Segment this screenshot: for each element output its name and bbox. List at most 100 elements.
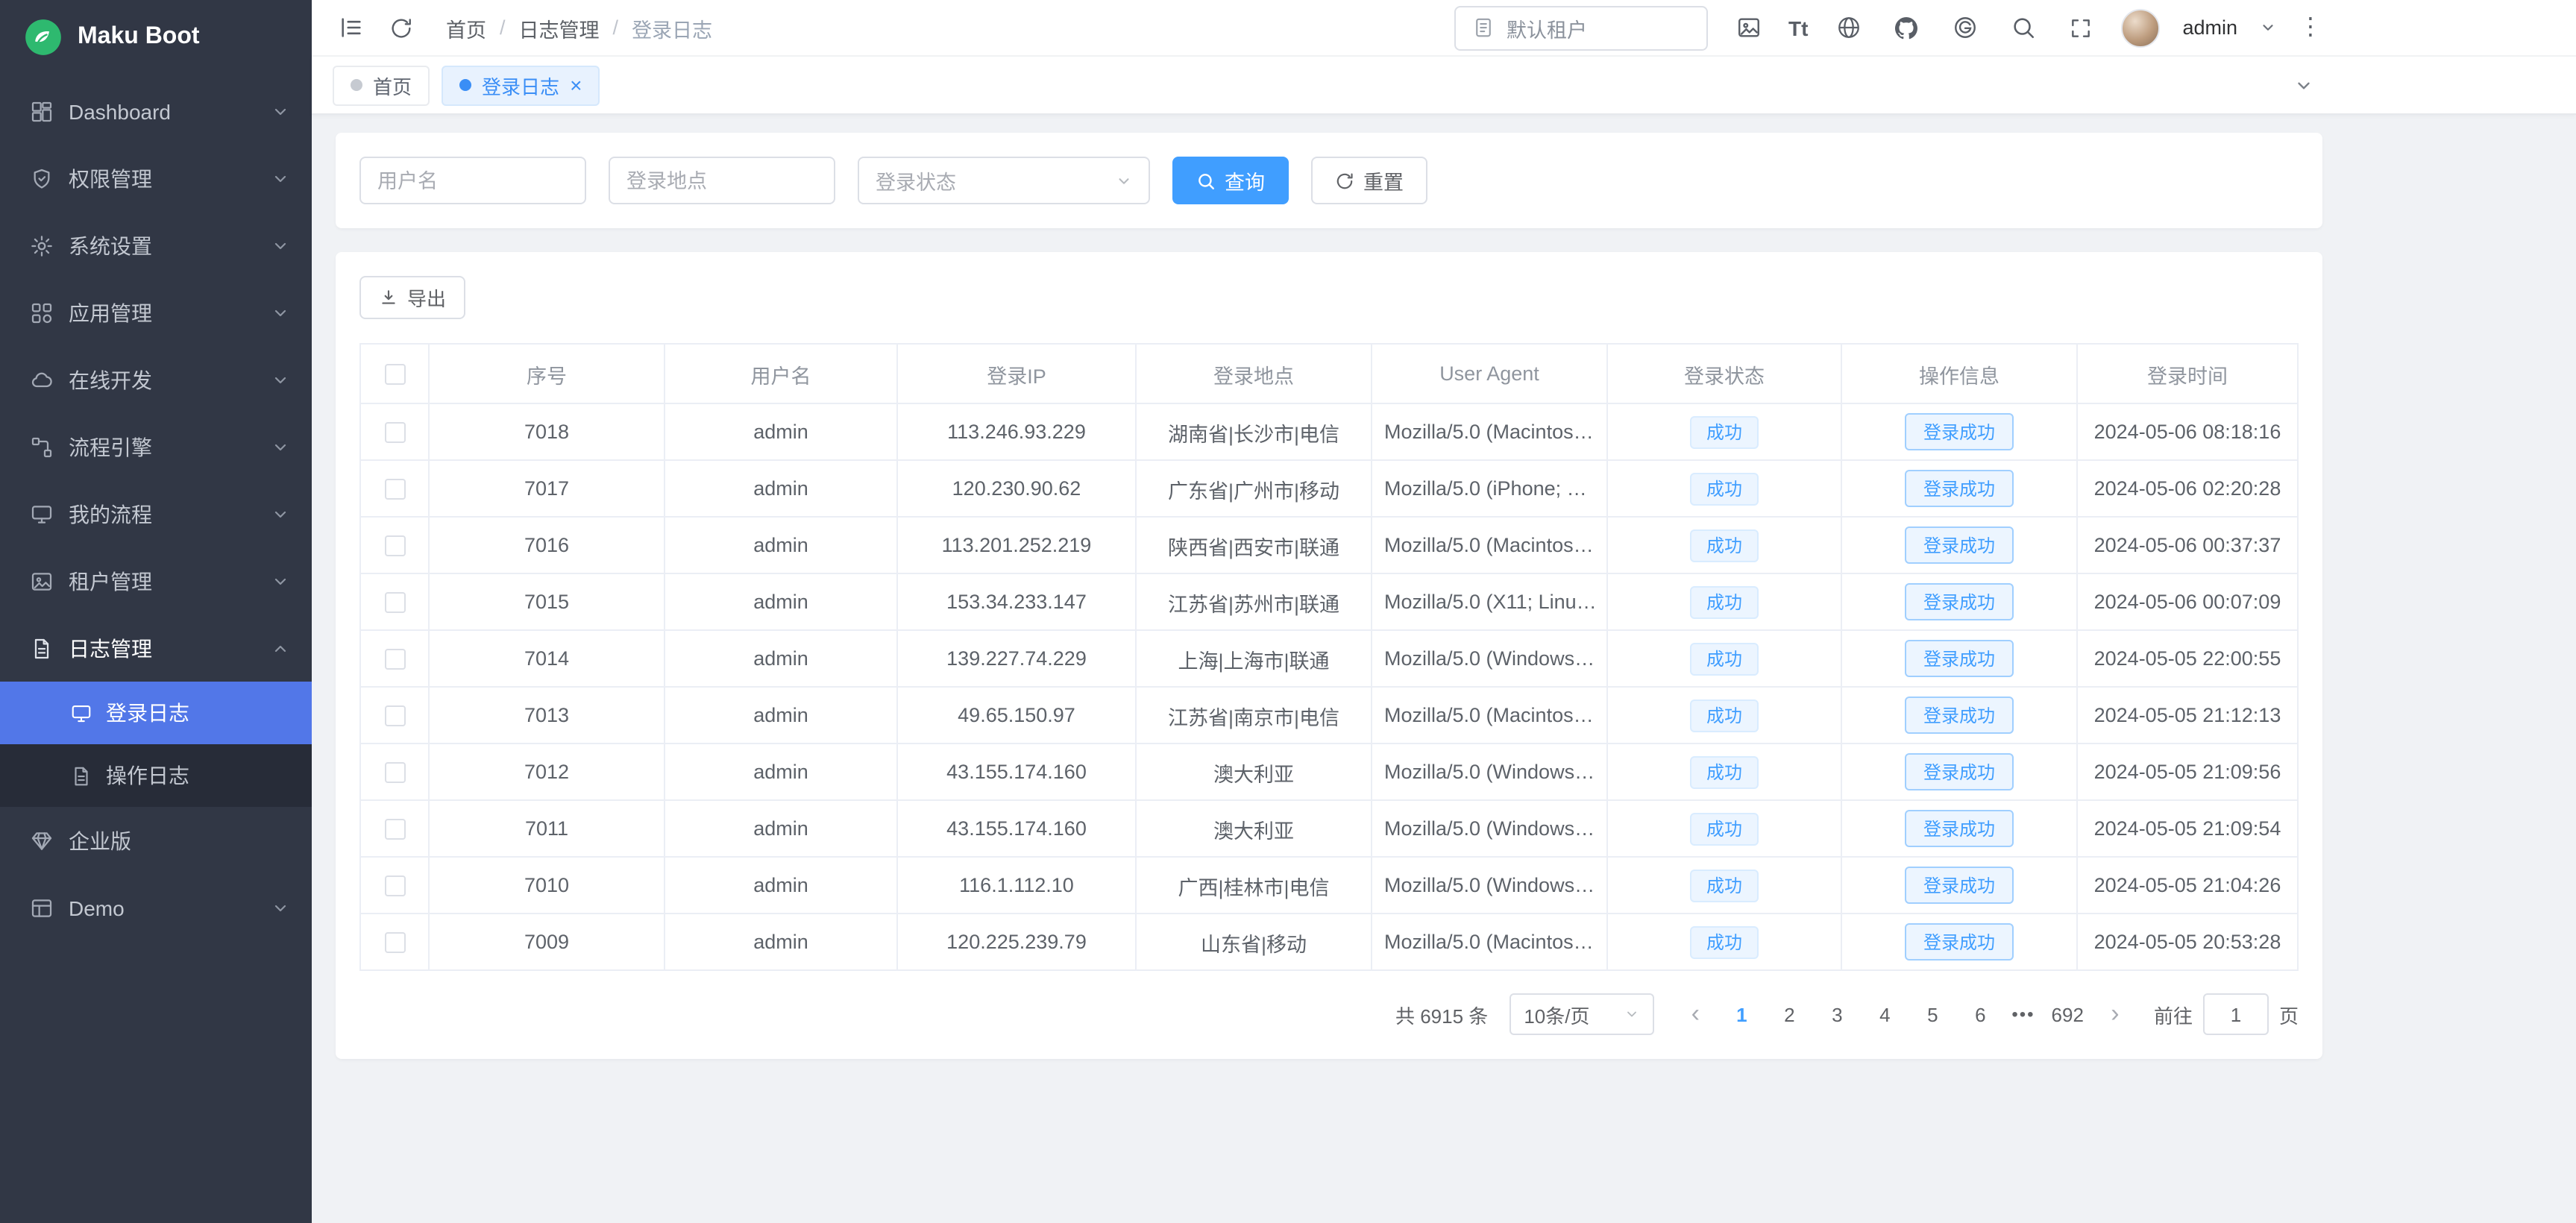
cell-operation: 登录成功	[1841, 403, 2077, 460]
page-size-select[interactable]: 10条/页	[1509, 993, 1653, 1035]
reset-button[interactable]: 重置	[1311, 157, 1427, 204]
sidebar-item-login-log[interactable]: 登录日志	[0, 682, 312, 744]
row-checkbox[interactable]	[384, 535, 405, 556]
breadcrumb-item-home[interactable]: 首页	[446, 13, 486, 43]
operation-info-button[interactable]: 登录成功	[1906, 470, 2013, 507]
chevron-down-icon	[271, 505, 289, 523]
breadcrumb-item-log-management[interactable]: 日志管理	[519, 13, 600, 43]
tab-home[interactable]: 首页	[333, 65, 430, 105]
row-checkbox[interactable]	[384, 649, 405, 670]
login-location-input[interactable]	[609, 157, 835, 204]
cell-username: admin	[665, 800, 897, 857]
sidebar-item-label: 登录日志	[106, 698, 289, 728]
sidebar-item-demo[interactable]: Demo	[0, 874, 312, 941]
watermark-image-icon[interactable]	[1730, 10, 1766, 45]
sidebar-item-label: 日志管理	[69, 633, 271, 663]
row-checkbox[interactable]	[384, 932, 405, 953]
sidebar-item-enterprise[interactable]: 企业版	[0, 807, 312, 874]
select-all-checkbox[interactable]	[384, 364, 405, 385]
reset-button-label: 重置	[1363, 166, 1404, 195]
cell-id: 7010	[429, 857, 665, 914]
sidebar-item-log-management[interactable]: 日志管理	[0, 614, 312, 682]
language-globe-icon[interactable]	[1830, 10, 1866, 45]
tenant-select[interactable]: 默认租户	[1454, 5, 1708, 50]
operation-info-button[interactable]: 登录成功	[1906, 867, 2013, 904]
cell-status: 成功	[1607, 800, 1841, 857]
row-checkbox[interactable]	[384, 705, 405, 726]
operation-info-button[interactable]: 登录成功	[1906, 810, 2013, 847]
login-status-select[interactable]: 登录状态	[858, 157, 1150, 204]
collapse-sidebar-icon[interactable]	[333, 10, 368, 45]
user-avatar[interactable]	[2121, 8, 2160, 47]
table-row: 7017 admin 120.230.90.62 广东省|广州市|移动 Mozi…	[360, 460, 2298, 517]
cell-ip: 43.155.174.160	[897, 743, 1136, 800]
page-number-6[interactable]: 6	[1961, 993, 1999, 1035]
sidebar-item-permissions[interactable]: 权限管理	[0, 145, 312, 212]
gitee-icon[interactable]	[1947, 10, 1982, 45]
header-checkbox-cell	[360, 344, 429, 403]
operation-info-button[interactable]: 登录成功	[1906, 923, 2013, 961]
sidebar-item-online-dev[interactable]: 在线开发	[0, 346, 312, 413]
cell-ip: 43.155.174.160	[897, 800, 1136, 857]
sidebar-item-dashboard[interactable]: Dashboard	[0, 78, 312, 145]
font-size-icon[interactable]: Tt	[1788, 17, 1808, 38]
refresh-icon[interactable]	[383, 10, 419, 45]
sidebar-item-label: 租户管理	[69, 566, 271, 596]
username-label[interactable]: admin	[2182, 16, 2237, 39]
goto-label: 前往	[2154, 1000, 2193, 1028]
export-button[interactable]: 导出	[359, 276, 465, 319]
operation-info-button[interactable]: 登录成功	[1906, 697, 2013, 734]
cell-location: 广东省|广州市|移动	[1136, 460, 1372, 517]
sidebar-item-system-settings[interactable]: 系统设置	[0, 212, 312, 279]
cell-location: 江苏省|苏州市|联通	[1136, 573, 1372, 630]
row-checkbox[interactable]	[384, 592, 405, 613]
cell-location: 澳大利亚	[1136, 743, 1372, 800]
search-icon[interactable]	[2005, 10, 2041, 45]
more-pages-icon[interactable]: •••	[2008, 1004, 2038, 1025]
row-checkbox[interactable]	[384, 762, 405, 783]
tab-login-log[interactable]: 登录日志 ×	[442, 65, 600, 105]
document-icon	[30, 636, 54, 660]
operation-info-button[interactable]: 登录成功	[1906, 583, 2013, 620]
cell-id: 7018	[429, 403, 665, 460]
page-number-5[interactable]: 5	[1913, 993, 1952, 1035]
page-number-3[interactable]: 3	[1818, 993, 1856, 1035]
github-icon[interactable]	[1888, 10, 1924, 45]
row-checkbox[interactable]	[384, 479, 405, 500]
sidebar-item-workflow-engine[interactable]: 流程引擎	[0, 413, 312, 480]
page-number-1[interactable]: 1	[1722, 993, 1761, 1035]
prev-page-icon[interactable]: ‹	[1677, 993, 1713, 1035]
column-header-operation: 操作信息	[1841, 344, 2077, 403]
breadcrumb-separator: /	[613, 16, 619, 39]
cell-id: 7014	[429, 630, 665, 687]
row-checkbox[interactable]	[384, 819, 405, 840]
page-number-4[interactable]: 4	[1865, 993, 1904, 1035]
row-checkbox[interactable]	[384, 875, 405, 896]
page-number-2[interactable]: 2	[1770, 993, 1809, 1035]
cell-username: admin	[665, 857, 897, 914]
sidebar-item-operation-log[interactable]: 操作日志	[0, 744, 312, 807]
operation-info-button[interactable]: 登录成功	[1906, 640, 2013, 677]
goto-page-input[interactable]	[2203, 993, 2269, 1035]
chevron-down-icon[interactable]	[2260, 19, 2276, 36]
more-vertical-icon[interactable]: ⋮	[2299, 16, 2322, 40]
search-button[interactable]: 查询	[1172, 157, 1289, 204]
username-input[interactable]	[359, 157, 586, 204]
next-page-icon[interactable]: ›	[2097, 993, 2133, 1035]
tab-close-icon[interactable]: ×	[570, 75, 582, 95]
row-checkbox[interactable]	[384, 422, 405, 443]
sidebar-item-app-management[interactable]: 应用管理	[0, 279, 312, 346]
cell-operation: 登录成功	[1841, 573, 2077, 630]
sidebar-item-tenant-management[interactable]: 租户管理	[0, 547, 312, 614]
sidebar-item-my-workflow[interactable]: 我的流程	[0, 480, 312, 547]
fullscreen-icon[interactable]	[2063, 10, 2099, 45]
goto-page: 前往 页	[2154, 993, 2299, 1035]
operation-info-button[interactable]: 登录成功	[1906, 413, 2013, 450]
tabs-dropdown-icon[interactable]	[2294, 57, 2313, 113]
page-number-last[interactable]: 692	[2047, 993, 2088, 1035]
operation-info-button[interactable]: 登录成功	[1906, 526, 2013, 564]
cell-ip: 120.225.239.79	[897, 914, 1136, 970]
sidebar: Maku Boot Dashboard 权限管理 系统设置 应用管理	[0, 0, 312, 1223]
status-badge: 成功	[1690, 472, 1759, 505]
operation-info-button[interactable]: 登录成功	[1906, 753, 2013, 790]
